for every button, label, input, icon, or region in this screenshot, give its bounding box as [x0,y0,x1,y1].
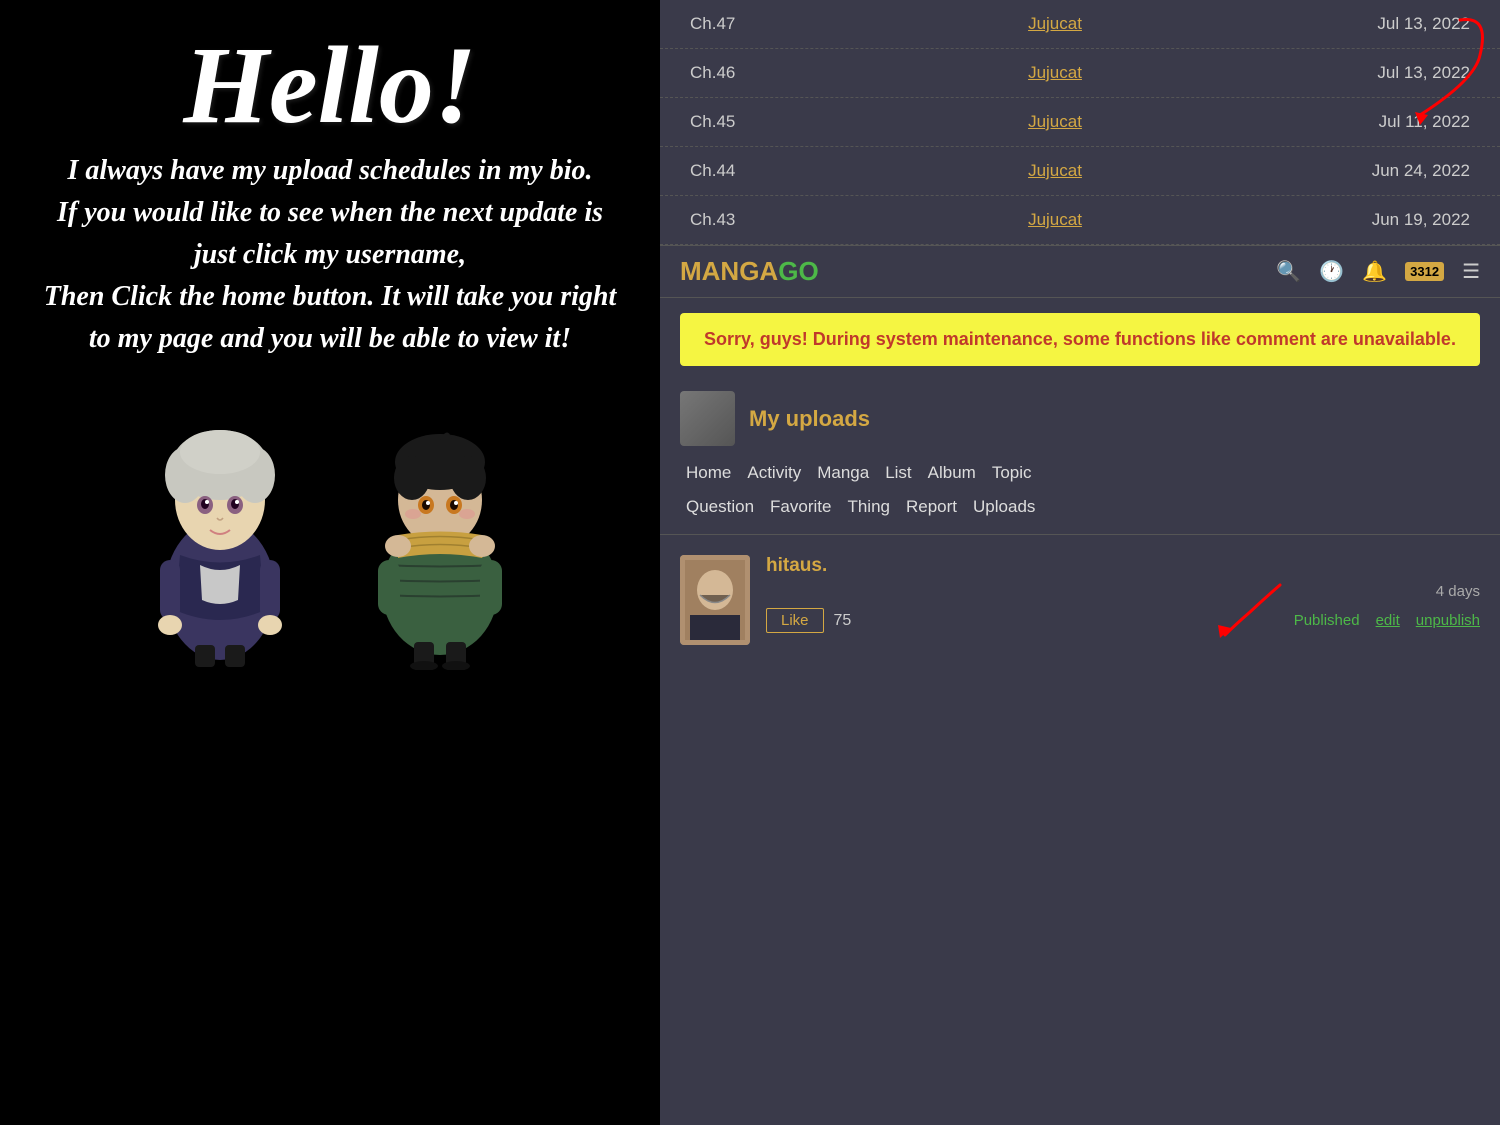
right-panel: Ch.47 Jujucat Jul 13, 2022 Ch.46 Jujucat… [660,0,1500,1125]
tab-question[interactable]: Question [680,494,760,520]
chapter-author-link[interactable]: Jujucat [770,210,1340,230]
navbar: MANGAGO 🔍 🕐 🔔 3312 ☰ [660,245,1500,298]
post-left-actions: Like 75 [766,608,851,633]
chapter-date: Jul 13, 2022 [1340,63,1470,83]
character-right [340,390,540,670]
table-row: Ch.47 Jujucat Jul 13, 2022 [660,0,1500,49]
table-row: Ch.43 Jujucat Jun 19, 2022 [660,196,1500,245]
post-actions: Like 75 Published edit unpublish [766,608,1480,633]
post-username[interactable]: hitaus. [766,555,1480,577]
published-status: Published [1294,612,1360,629]
logo-go: GO [778,256,818,286]
right-panel-wrapper: Ch.47 Jujucat Jul 13, 2022 Ch.46 Jujucat… [660,0,1500,1125]
unpublish-link[interactable]: unpublish [1416,612,1480,629]
logo-manga: MANGA [680,256,778,286]
character-left [120,390,320,670]
chapter-date: Jun 24, 2022 [1340,161,1470,181]
chapter-author-link[interactable]: Jujucat [770,63,1340,83]
chapter-list: Ch.47 Jujucat Jul 13, 2022 Ch.46 Jujucat… [660,0,1500,245]
maintenance-banner: Sorry, guys! During system maintenance, … [680,313,1480,366]
tab-activity[interactable]: Activity [741,460,807,486]
chapter-author-link[interactable]: Jujucat [770,14,1340,34]
tab-album[interactable]: Album [922,460,982,486]
chapter-number: Ch.47 [690,14,770,34]
chapter-number: Ch.45 [690,112,770,132]
tab-favorite[interactable]: Favorite [764,494,837,520]
like-count: 75 [834,612,852,630]
table-row: Ch.45 Jujucat Jul 11, 2022 [660,98,1500,147]
tab-list[interactable]: List [879,460,917,486]
chapter-author-link[interactable]: Jujucat [770,112,1340,132]
post-card: hitaus. 4 days Like 75 Published edit [680,555,1480,645]
chapter-number: Ch.44 [690,161,770,181]
edit-link[interactable]: edit [1376,612,1400,629]
bell-icon[interactable]: 🔔 [1362,259,1387,284]
characters-container [120,390,540,670]
left-panel: Hello! I always have my upload schedules… [0,0,660,1125]
tab-manga[interactable]: Manga [811,460,875,486]
chapter-date: Jun 19, 2022 [1340,210,1470,230]
post-section: hitaus. 4 days Like 75 Published edit [660,534,1500,665]
description-text: I always have my upload schedules in my … [40,150,620,360]
tab-topic[interactable]: Topic [986,460,1038,486]
table-row: Ch.44 Jujucat Jun 24, 2022 [660,147,1500,196]
tab-home[interactable]: Home [680,460,737,486]
notification-badge: 3312 [1405,262,1444,281]
nav-tabs-row2: Question Favorite Thing Report Uploads [660,490,1500,524]
post-right-actions: Published edit unpublish [1294,612,1480,629]
post-avatar [680,555,750,645]
menu-icon[interactable]: ☰ [1462,259,1480,284]
chapter-author-link[interactable]: Jujucat [770,161,1340,181]
tab-report[interactable]: Report [900,494,963,520]
like-button[interactable]: Like [766,608,824,633]
post-time: 4 days [766,583,1480,600]
chapter-number: Ch.46 [690,63,770,83]
nav-icons: 🔍 🕐 🔔 3312 ☰ [1276,259,1480,284]
tab-thing[interactable]: Thing [841,494,896,520]
avatar [680,391,735,446]
page-title: Hello! [183,30,476,140]
profile-section: My uploads [660,381,1500,456]
logo[interactable]: MANGAGO [680,256,819,287]
uploads-label: My uploads [749,406,870,432]
chapter-date: Jul 11, 2022 [1340,112,1470,132]
search-icon[interactable]: 🔍 [1276,259,1301,284]
chapter-number: Ch.43 [690,210,770,230]
tab-uploads[interactable]: Uploads [967,494,1041,520]
history-icon[interactable]: 🕐 [1319,259,1344,284]
post-content: hitaus. 4 days Like 75 Published edit [766,555,1480,633]
table-row: Ch.46 Jujucat Jul 13, 2022 [660,49,1500,98]
nav-tabs-row1: Home Activity Manga List Album Topic [660,456,1500,490]
chapter-date: Jul 13, 2022 [1340,14,1470,34]
